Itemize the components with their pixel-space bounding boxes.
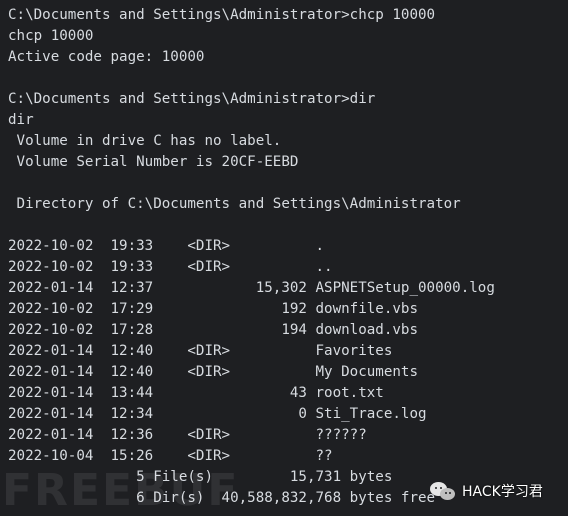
dir-entry: 2022-10-02 17:28 194 download.vbs bbox=[8, 322, 418, 338]
terminal-line: Active code page: 10000 bbox=[8, 49, 205, 65]
dir-entry: 2022-01-14 13:44 43 root.txt bbox=[8, 385, 384, 401]
dir-entry: 2022-01-14 12:36 <DIR> ?????? bbox=[8, 427, 367, 443]
terminal-line: C:\Documents and Settings\Administrator>… bbox=[8, 91, 376, 107]
dir-entry: 2022-01-14 12:40 <DIR> Favorites bbox=[8, 343, 393, 359]
terminal-window[interactable]: C:\Documents and Settings\Administrator>… bbox=[0, 0, 568, 516]
dir-entry: 2022-01-14 12:34 0 Sti_Trace.log bbox=[8, 406, 427, 422]
terminal-output: C:\Documents and Settings\Administrator>… bbox=[8, 5, 495, 509]
terminal-line: Volume Serial Number is 20CF-EEBD bbox=[8, 154, 299, 170]
watermark-label: HACK学习君 bbox=[462, 484, 543, 500]
dir-entry: 2022-01-14 12:40 <DIR> My Documents bbox=[8, 364, 418, 380]
freebuf-watermark: FREEBUF bbox=[2, 465, 240, 516]
wechat-icon bbox=[430, 480, 456, 502]
dir-entry: 2022-01-14 12:37 15,302 ASPNETSetup_0000… bbox=[8, 280, 495, 296]
terminal-line: dir bbox=[8, 112, 34, 128]
dir-entry: 2022-10-02 17:29 192 downfile.vbs bbox=[8, 301, 418, 317]
terminal-line: Volume in drive C has no label. bbox=[8, 133, 282, 149]
dir-entry: 2022-10-02 19:33 <DIR> . bbox=[8, 238, 325, 254]
hack-watermark: HACK学习君 bbox=[430, 476, 543, 506]
terminal-line: C:\Documents and Settings\Administrator>… bbox=[8, 7, 436, 23]
terminal-line: Directory of C:\Documents and Settings\A… bbox=[8, 196, 461, 212]
terminal-line: chcp 10000 bbox=[8, 28, 94, 44]
dir-entry: 2022-10-02 19:33 <DIR> .. bbox=[8, 259, 333, 275]
dir-entry: 2022-10-04 15:26 <DIR> ?? bbox=[8, 448, 333, 464]
